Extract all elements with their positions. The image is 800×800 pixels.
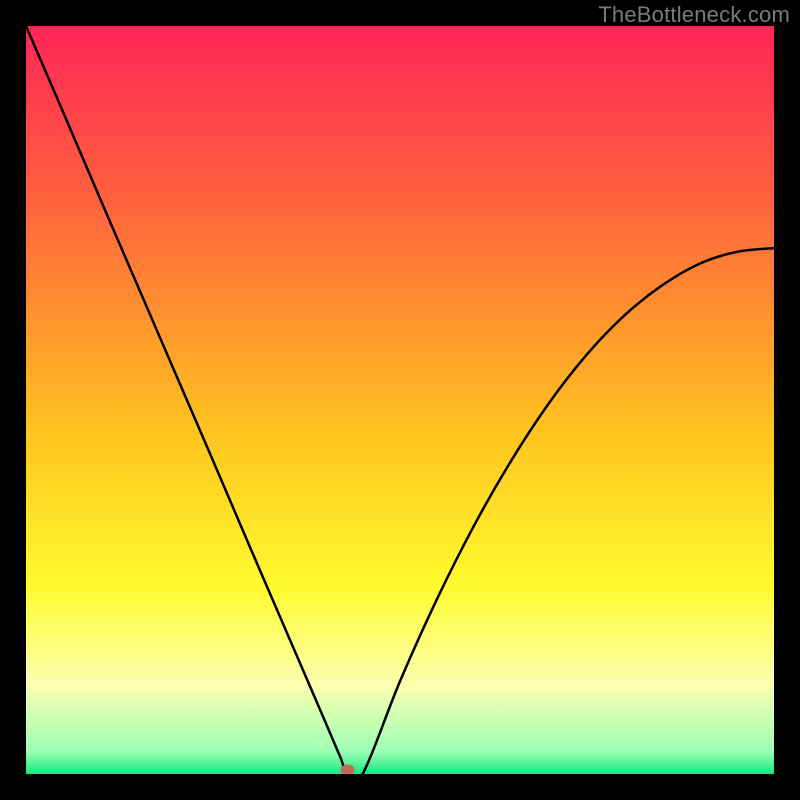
chart-svg [26, 26, 774, 774]
watermark-text: TheBottleneck.com [598, 2, 790, 28]
gradient-background [26, 26, 774, 774]
plot-area [26, 26, 774, 774]
